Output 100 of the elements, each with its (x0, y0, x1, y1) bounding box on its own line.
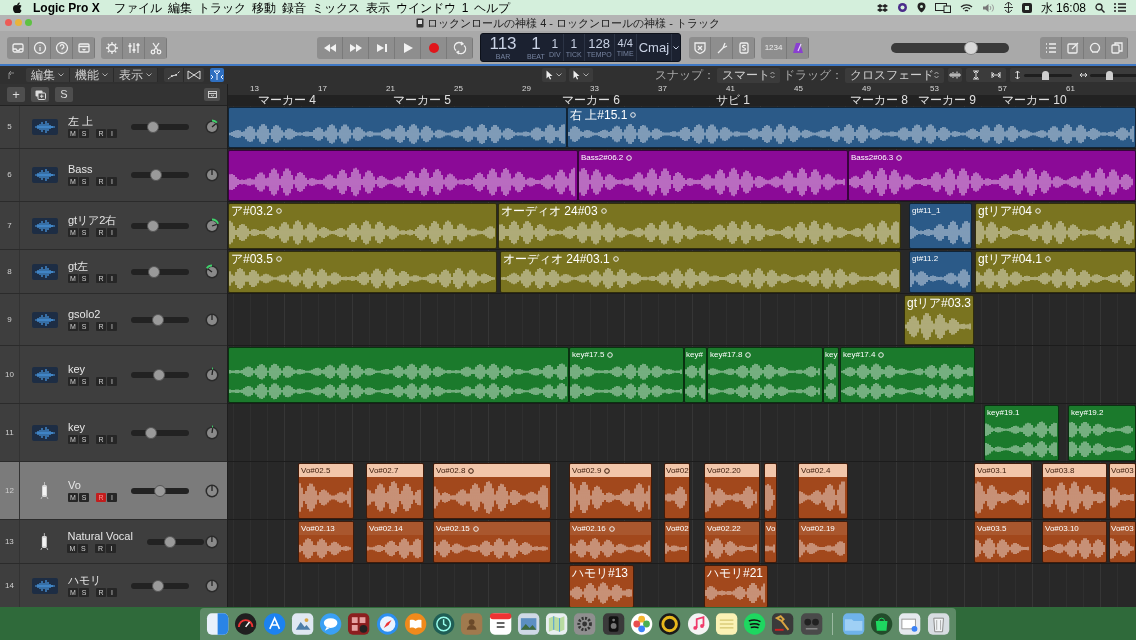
menu-item[interactable]: ミックス (311, 1, 360, 14)
audio-region[interactable]: key#17.5 (569, 347, 684, 403)
audio-region[interactable]: Vo#03.10 (1042, 521, 1107, 563)
app-menu[interactable]: Logic Pro X (33, 1, 100, 14)
bar-number: 21 (386, 85, 395, 93)
audio-region[interactable]: Vo#02.5 (298, 463, 354, 519)
audio-region[interactable]: gtリア#03.3 (904, 295, 974, 345)
audio-region[interactable]: Bass2#06.2 (578, 150, 848, 201)
region-label: オーディオ 24#03.1 (503, 252, 610, 265)
window-title: ロックンロールの神様 4 - ロックンロールの神様 - トラック (427, 17, 720, 29)
audio-region[interactable]: Vo#03.5 (974, 521, 1032, 563)
global-solo-button[interactable]: S (55, 87, 73, 102)
bar-number: 53 (930, 85, 939, 93)
region-label: Vo#03.8 (1045, 466, 1075, 475)
audio-region[interactable]: 右 上#15.1 (567, 107, 1136, 148)
audio-region[interactable]: Vo#02.13 (298, 521, 354, 563)
region-label: Vo#02 (666, 524, 689, 533)
bar-number: 17 (318, 85, 327, 93)
drag-select[interactable]: クロスフェード (845, 67, 944, 83)
audio-region[interactable]: Vo#02.20 (704, 463, 760, 519)
audio-region[interactable]: gt#11.2 (909, 251, 972, 293)
track-name: Bass (68, 164, 94, 175)
region-label: key#17.4 (843, 350, 876, 359)
audio-region[interactable]: ハモリ#21 (704, 565, 768, 607)
add-track-button[interactable]: + (7, 87, 25, 102)
toolbar-menu[interactable]: 機能 (70, 68, 114, 82)
region-label: Vo#03.1 (977, 466, 1007, 475)
region-label: Bass2#06.3 (851, 153, 894, 162)
region-label: gt#11.2 (912, 254, 939, 263)
region-label: ア#03.2 (231, 204, 274, 217)
audio-region[interactable]: key#17.8 (707, 347, 823, 403)
bar-number: 25 (454, 85, 463, 93)
bar-number: 49 (862, 85, 871, 93)
toolbar-menu[interactable]: 編集 (26, 68, 70, 82)
audio-region[interactable]: Vo#03 (1109, 463, 1136, 519)
audio-region[interactable]: Vo#03 (1109, 521, 1136, 563)
lcd-value: 113 (489, 35, 517, 52)
audio-region[interactable]: ハモリ#13 (569, 565, 634, 607)
audio-region[interactable]: Vo#02.9 (569, 463, 652, 519)
audio-region[interactable]: Vo#02.4 (798, 463, 848, 519)
audio-region[interactable]: Vo#02.7 (366, 463, 424, 519)
menu-item[interactable]: 録音 (281, 1, 306, 14)
track-number: 11 (0, 404, 20, 461)
audio-region[interactable]: key#19.1 (984, 405, 1059, 461)
audio-region[interactable]: gtリア#04 (975, 203, 1136, 249)
region-label: Vo#03 (1111, 524, 1134, 533)
audio-region[interactable]: key#19.2 (1068, 405, 1136, 461)
audio-region[interactable]: gt#11_1 (909, 203, 972, 249)
track-name: key (68, 421, 87, 433)
menu-item[interactable]: 編集 (167, 1, 192, 14)
region-label: Vo#02.4 (801, 466, 831, 475)
audio-region[interactable]: key (823, 347, 839, 403)
menu-item[interactable]: ウインドウ (395, 1, 456, 14)
lcd-value: 4/4 (617, 38, 633, 49)
audio-region[interactable]: オーディオ 24#03 (498, 203, 901, 249)
audio-region[interactable]: key# (684, 347, 707, 403)
track-number: 8 (0, 250, 20, 293)
menu-item[interactable]: トラック (197, 1, 246, 14)
audio-region[interactable]: Vo#03.1 (974, 463, 1032, 519)
toolbar-menu[interactable]: 表示 (114, 68, 158, 82)
audio-region[interactable]: ア#03.5 (228, 251, 497, 293)
marker-label: マーカー 5 (393, 94, 451, 106)
audio-region[interactable]: Vo (764, 521, 777, 563)
region-label: Vo#02.22 (707, 524, 741, 533)
bar-number: 41 (726, 85, 735, 93)
track-number: 10 (0, 346, 20, 403)
bar-number: 33 (590, 85, 599, 93)
region-label: Vo#02.5 (301, 466, 331, 475)
region-label: ハモリ#13 (572, 566, 629, 579)
audio-region[interactable]: Vo#02.22 (704, 521, 760, 563)
lcd-value: Cmaj (638, 41, 670, 54)
audio-region[interactable]: Vo#02 (664, 463, 690, 519)
region-label: オーディオ 24#03 (501, 204, 598, 217)
audio-region[interactable]: ア#03.2 (228, 203, 497, 249)
audio-region[interactable]: Vo#02.14 (366, 521, 424, 563)
menu-item[interactable]: ファイル (113, 1, 162, 14)
audio-region[interactable]: key#17.4 (840, 347, 975, 403)
audio-region[interactable]: Vo#02.16 (569, 521, 652, 563)
snap-select[interactable]: スマート (717, 67, 780, 83)
menu-item[interactable]: 1 (461, 1, 469, 14)
menu-item[interactable]: 表示 (365, 1, 390, 14)
region-label: key# (686, 350, 703, 359)
region-label: Vo#02.15 (436, 524, 470, 533)
audio-region[interactable]: Vo#02.19 (798, 521, 848, 563)
region-label: key (825, 350, 838, 359)
menu-item[interactable]: 移動 (251, 1, 276, 14)
region-label: Vo#02.13 (301, 524, 335, 533)
audio-region[interactable]: Vo#02.15 (433, 521, 551, 563)
audio-region[interactable]: Vo#02.8 (433, 463, 551, 519)
audio-region[interactable]: Vo#03.8 (1042, 463, 1107, 519)
audio-region[interactable]: Vo#02 (664, 521, 690, 563)
audio-region[interactable]: Bass2#06.3 (848, 150, 1136, 201)
drag-label: ドラッグ： (783, 69, 843, 81)
audio-region[interactable]: オーディオ 24#03.1 (500, 251, 901, 293)
audio-region[interactable]: gtリア#04.1 (975, 251, 1136, 293)
region-label: Vo#03.10 (1045, 524, 1079, 533)
region-label: ハモリ#21 (707, 566, 764, 579)
marker-label: マーカー 10 (1002, 94, 1067, 106)
menu-item[interactable]: ヘルプ (474, 1, 511, 14)
menu-clock[interactable]: 水 16:08 (1040, 1, 1086, 14)
